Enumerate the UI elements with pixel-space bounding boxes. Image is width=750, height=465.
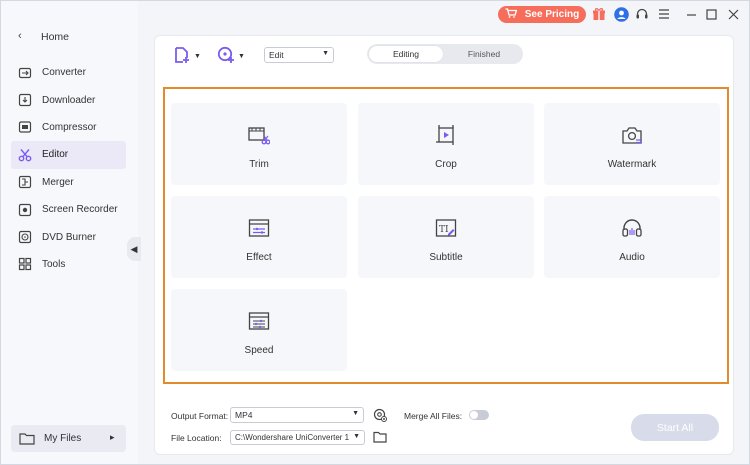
- file-location-value: C:\Wondershare UniConverter 1: [235, 433, 350, 442]
- screen-recorder-icon: [18, 203, 32, 217]
- cart-icon: [505, 8, 518, 21]
- chevron-down-icon: ▼: [322, 50, 329, 57]
- user-avatar-icon[interactable]: [613, 6, 629, 22]
- downloader-icon: [18, 93, 32, 107]
- sidebar-item-label: Editor: [42, 149, 69, 161]
- tool-card-audio[interactable]: Audio: [544, 196, 720, 278]
- tools-grid-icon: [18, 257, 32, 271]
- sidebar-item-label: Merger: [42, 176, 74, 188]
- chevron-down-icon: ▼: [352, 410, 359, 417]
- chevron-down-icon: ▼: [238, 52, 245, 60]
- sidebar-item-label: Downloader: [42, 94, 96, 106]
- chevron-down-icon: ▼: [194, 52, 201, 60]
- sidebar-nav: Converter Downloader Compressor Editor M…: [1, 59, 138, 278]
- see-pricing-label: See Pricing: [524, 9, 580, 20]
- crop-icon: [436, 125, 454, 145]
- sidebar-item-label: Compressor: [42, 121, 97, 133]
- support-icon[interactable]: [634, 6, 650, 22]
- folder-icon: [19, 432, 35, 448]
- tool-card-trim[interactable]: Trim: [171, 103, 347, 185]
- tool-card-speed[interactable]: Speed: [171, 289, 347, 371]
- editor-tools-panel: Trim Crop Watermark Effect TI Subtitle A…: [163, 87, 729, 384]
- mode-select[interactable]: Edit ▼: [264, 47, 334, 63]
- sidebar: ‹ Home Converter Downloader Compressor E…: [1, 1, 138, 464]
- toggle-knob: [470, 411, 478, 419]
- merge-all-files-toggle[interactable]: [469, 410, 489, 420]
- my-files-button[interactable]: My Files ▸: [11, 425, 126, 452]
- add-files-button[interactable]: ▼: [173, 46, 201, 67]
- tool-label: Audio: [619, 252, 645, 263]
- file-location-select[interactable]: C:\Wondershare UniConverter 1 ▼: [230, 430, 365, 445]
- collapse-sidebar-button[interactable]: ◀: [127, 237, 141, 261]
- add-disc-icon: [217, 46, 235, 67]
- trim-icon: [248, 127, 270, 145]
- output-format-label: Output Format:: [171, 411, 229, 421]
- chevron-down-icon: ▼: [353, 433, 360, 440]
- file-location-label: File Location:: [171, 433, 222, 443]
- compressor-icon: [18, 120, 32, 134]
- sidebar-item-tools[interactable]: Tools: [1, 251, 138, 278]
- sidebar-item-downloader[interactable]: Downloader: [1, 86, 138, 113]
- output-settings-icon[interactable]: [373, 408, 387, 425]
- subtitle-icon: TI: [435, 219, 457, 237]
- tab-label: Finished: [467, 49, 501, 59]
- dvd-icon: [18, 230, 32, 244]
- merge-all-files-label: Merge All Files:: [404, 411, 463, 421]
- status-tabs: Editing Finished: [367, 44, 523, 64]
- sidebar-item-screen-recorder[interactable]: Screen Recorder: [1, 196, 138, 223]
- app-window: ‹ Home Converter Downloader Compressor E…: [0, 0, 750, 465]
- tool-label: Speed: [244, 345, 274, 356]
- sidebar-item-label: Screen Recorder: [42, 204, 118, 216]
- speed-icon: [248, 312, 270, 330]
- editor-scissors-icon: [18, 148, 32, 162]
- start-all-label: Start All: [656, 421, 694, 434]
- tool-card-subtitle[interactable]: TI Subtitle: [358, 196, 534, 278]
- sidebar-item-editor[interactable]: Editor: [11, 141, 126, 169]
- merger-icon: [18, 175, 32, 189]
- sidebar-item-compressor[interactable]: Compressor: [1, 114, 138, 141]
- converter-icon: [18, 66, 32, 80]
- add-file-icon: [173, 46, 191, 67]
- home-label: Home: [41, 31, 70, 43]
- tool-card-effect[interactable]: Effect: [171, 196, 347, 278]
- tool-label: Effect: [246, 252, 272, 263]
- chevron-right-icon: ▸: [110, 432, 115, 442]
- open-folder-icon[interactable]: [373, 431, 387, 446]
- menu-icon[interactable]: [656, 6, 672, 22]
- output-format-select[interactable]: MP4 ▼: [230, 407, 364, 423]
- sidebar-item-label: Tools: [42, 258, 66, 270]
- start-all-button[interactable]: Start All: [631, 414, 719, 441]
- tool-card-crop[interactable]: Crop: [358, 103, 534, 185]
- maximize-icon[interactable]: [703, 6, 719, 22]
- close-icon[interactable]: [725, 6, 741, 22]
- sidebar-item-dvd-burner[interactable]: DVD Burner: [1, 223, 138, 250]
- effect-icon: [248, 219, 270, 237]
- sidebar-item-converter[interactable]: Converter: [1, 59, 138, 86]
- tool-card-watermark[interactable]: Watermark: [544, 103, 720, 185]
- editor-main-panel: ▼ ▼ Edit ▼ Editing Finished Trim Crop Wa…: [154, 35, 734, 455]
- audio-headphones-icon: [622, 219, 642, 237]
- sidebar-item-label: Converter: [42, 67, 86, 79]
- tab-label: Editing: [393, 49, 419, 59]
- watermark-icon: [622, 127, 642, 144]
- output-format-value: MP4: [235, 410, 253, 420]
- add-media-button[interactable]: ▼: [217, 46, 245, 67]
- chevron-left-icon: ‹: [18, 30, 22, 42]
- gift-icon[interactable]: [591, 6, 607, 22]
- tab-finished[interactable]: Finished: [447, 46, 521, 62]
- home-link[interactable]: ‹ Home: [1, 24, 138, 50]
- tab-editing[interactable]: Editing: [369, 46, 443, 62]
- my-files-label: My Files: [44, 433, 82, 444]
- mode-select-value: Edit: [269, 50, 284, 60]
- tool-label: Crop: [435, 159, 457, 170]
- svg-text:TI: TI: [439, 225, 449, 235]
- chevron-left-icon: ◀: [130, 243, 138, 254]
- tool-label: Watermark: [607, 159, 657, 170]
- tool-label: Subtitle: [429, 252, 463, 263]
- tool-label: Trim: [249, 159, 269, 170]
- sidebar-item-label: DVD Burner: [42, 231, 96, 243]
- see-pricing-button[interactable]: See Pricing: [498, 6, 586, 23]
- sidebar-item-merger[interactable]: Merger: [1, 169, 138, 196]
- minimize-icon[interactable]: [683, 6, 699, 22]
